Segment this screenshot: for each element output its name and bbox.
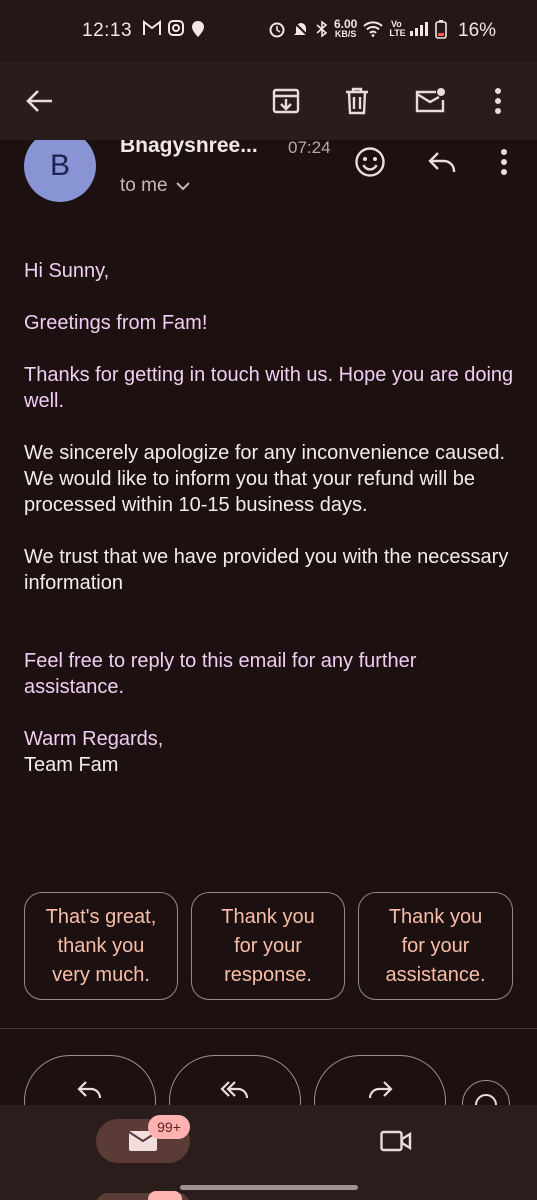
status-bar: 12:13 6.00 KB/S Vo LTE 16% bbox=[0, 0, 537, 62]
more-vert-icon bbox=[501, 149, 507, 175]
mail-badge: 99+ bbox=[148, 1115, 190, 1139]
body-paragraph: Warm Regards, bbox=[24, 728, 164, 750]
email-scroll-area[interactable]: B Bhagyshree... 07:24 to me Hi Sunny, Gr… bbox=[0, 140, 537, 1105]
emoji-react-button[interactable] bbox=[462, 1080, 510, 1105]
forward-button[interactable] bbox=[314, 1055, 446, 1105]
battery-percent: 16% bbox=[458, 20, 497, 41]
body-paragraph: Thanks for getting in touch with us. Hop… bbox=[24, 364, 514, 412]
battery-icon bbox=[435, 19, 448, 39]
smart-reply-chip[interactable]: Thank you for your response. bbox=[191, 892, 345, 1000]
sender-name[interactable]: Bhagyshree... bbox=[120, 140, 258, 158]
reply-icon bbox=[77, 1081, 102, 1099]
reply-all-button[interactable] bbox=[169, 1055, 301, 1105]
message-more-button[interactable] bbox=[482, 140, 526, 184]
status-time: 12:13 bbox=[82, 20, 133, 41]
wifi-icon bbox=[363, 20, 384, 37]
notification-icons bbox=[143, 20, 205, 38]
reply-icon bbox=[428, 152, 456, 172]
bluetooth-icon bbox=[316, 19, 328, 38]
avatar-initial: B bbox=[49, 149, 70, 182]
forward-icon bbox=[368, 1081, 393, 1099]
chevron-down-icon bbox=[175, 181, 190, 190]
body-paragraph: Feel free to reply to this email for any… bbox=[24, 650, 417, 698]
email-time: 07:24 bbox=[288, 140, 331, 157]
delete-button[interactable] bbox=[335, 79, 379, 123]
smart-reply-chip[interactable]: That's great, thank you very much. bbox=[24, 892, 178, 1000]
body-paragraph: Team Fam bbox=[24, 754, 119, 776]
delete-icon bbox=[346, 87, 368, 115]
mark-unread-icon bbox=[415, 88, 445, 113]
back-arrow-icon bbox=[26, 90, 52, 112]
email-body: Hi Sunny, Greetings from Fam! Thanks for… bbox=[24, 258, 519, 804]
mark-unread-button[interactable] bbox=[408, 79, 452, 123]
body-paragraph: We trust that we have provided you with … bbox=[24, 546, 509, 594]
emoji-icon bbox=[475, 1094, 497, 1105]
app-bar bbox=[0, 62, 537, 140]
swiggy-icon bbox=[192, 21, 204, 37]
archive-icon bbox=[272, 88, 300, 114]
video-camera-icon bbox=[380, 1130, 412, 1152]
gmail-icon bbox=[143, 20, 161, 35]
body-paragraph: We sincerely apologize for any inconveni… bbox=[24, 442, 506, 516]
mute-icon bbox=[293, 20, 309, 37]
body-paragraph: Greetings from Fam! bbox=[24, 312, 208, 334]
react-emoji-button[interactable] bbox=[348, 140, 392, 184]
avatar[interactable]: B bbox=[24, 140, 96, 202]
home-indicator[interactable] bbox=[180, 1185, 358, 1190]
emoji-icon bbox=[355, 147, 385, 177]
bottom-nav: 99+ bbox=[0, 1105, 537, 1200]
recipient-label: to me bbox=[120, 175, 168, 196]
more-vert-icon bbox=[495, 88, 501, 114]
nav-meet[interactable] bbox=[374, 1121, 418, 1161]
signal-icon bbox=[410, 21, 429, 36]
network-speed: 6.00 KB/S bbox=[334, 17, 358, 39]
body-paragraph: Hi Sunny, bbox=[24, 260, 110, 282]
divider bbox=[0, 1028, 537, 1029]
smart-replies: That's great, thank you very much. Thank… bbox=[24, 892, 514, 1000]
recipient-toggle[interactable]: to me bbox=[120, 175, 190, 197]
smart-reply-chip[interactable]: Thank you for your assistance. bbox=[358, 892, 513, 1000]
reply-header-button[interactable] bbox=[420, 140, 464, 184]
mail-badge-overflow bbox=[148, 1191, 182, 1200]
reply-all-icon bbox=[220, 1081, 249, 1099]
back-button[interactable] bbox=[18, 79, 62, 123]
instagram-icon bbox=[168, 20, 184, 36]
archive-button[interactable] bbox=[264, 79, 308, 123]
reply-button[interactable] bbox=[24, 1055, 156, 1105]
system-icons: 6.00 KB/S Vo LTE bbox=[268, 17, 448, 39]
more-options-button[interactable] bbox=[476, 79, 520, 123]
volte-label: Vo LTE bbox=[389, 18, 406, 38]
alarm-icon bbox=[269, 22, 285, 37]
